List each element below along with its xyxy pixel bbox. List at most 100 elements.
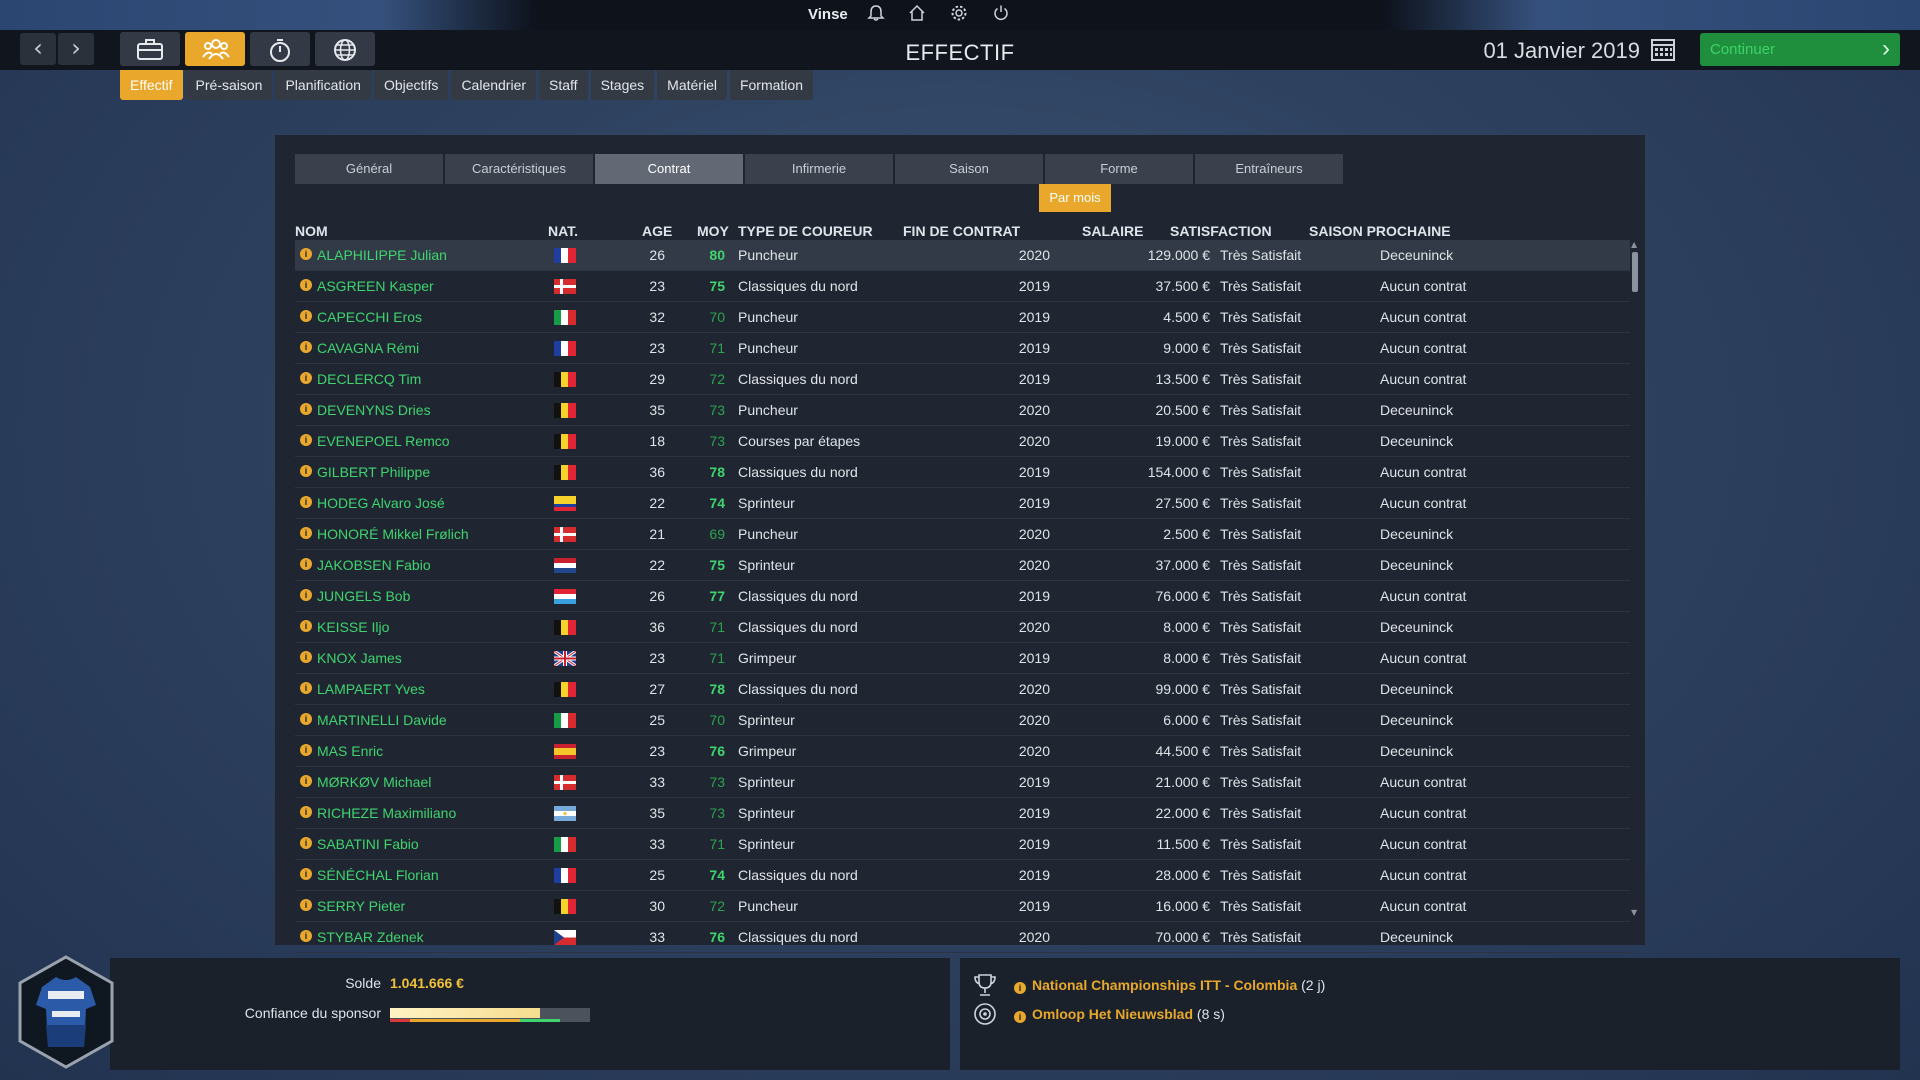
team-jersey-logo[interactable] [16, 955, 116, 1070]
race-name[interactable]: National Championships ITT - Colombia [1032, 977, 1297, 993]
scrollbar[interactable]: ▲ ▼ [1631, 240, 1638, 920]
panel-tab-saison[interactable]: Saison [895, 154, 1043, 184]
rider-name[interactable]: STYBAR Zdenek [317, 929, 424, 945]
info-icon[interactable]: i [300, 868, 312, 880]
table-row[interactable]: i DEVENYNS Dries 35 73 Puncheur 2020 20.500 € T… [295, 395, 1630, 426]
table-row[interactable]: i HODEG Alvaro José 22 74 Sprinteur 2019 27.50… [295, 488, 1630, 519]
info-icon[interactable]: i [300, 899, 312, 911]
subtab-calendrier[interactable]: Calendrier [451, 70, 537, 100]
col-fin[interactable]: FIN DE CONTRAT [903, 223, 1020, 239]
scroll-up-icon[interactable]: ▲ [1631, 240, 1637, 249]
table-row[interactable]: i DECLERCQ Tim 29 72 Classiques du nord 2019 1… [295, 364, 1630, 395]
col-nom[interactable]: NOM [295, 223, 328, 239]
info-icon[interactable]: i [300, 682, 312, 694]
forward-button[interactable]: › [58, 33, 94, 65]
panel-tab-infirmerie[interactable]: Infirmerie [745, 154, 893, 184]
rider-name[interactable]: CAVAGNA Rémi [317, 340, 419, 356]
col-salaire[interactable]: SALAIRE [1082, 223, 1143, 239]
briefcase-button[interactable] [120, 32, 180, 66]
info-icon[interactable]: i [300, 744, 312, 756]
rider-name[interactable]: GILBERT Philippe [317, 464, 430, 480]
info-icon[interactable]: i [300, 806, 312, 818]
col-moy[interactable]: MOY [697, 223, 729, 239]
info-icon[interactable]: i [300, 775, 312, 787]
info-icon[interactable]: i [300, 403, 312, 415]
rider-name[interactable]: DEVENYNS Dries [317, 402, 431, 418]
rider-name[interactable]: KNOX James [317, 650, 402, 666]
table-row[interactable]: i HONORÉ Mikkel Frølich 21 69 Puncheur 2020 2.… [295, 519, 1630, 550]
info-icon[interactable]: i [300, 837, 312, 849]
table-row[interactable]: i EVENEPOEL Remco 18 73 Courses par étapes 20… [295, 426, 1630, 457]
col-satisfaction[interactable]: SATISFACTION [1170, 223, 1272, 239]
table-row[interactable]: i GILBERT Philippe 36 78 Classiques du nord 2… [295, 457, 1630, 488]
info-icon[interactable]: i [300, 279, 312, 291]
table-row[interactable]: i MØRKØV Michael 33 73 Sprinteur 2019 21.000 €… [295, 767, 1630, 798]
per-month-toggle[interactable]: Par mois [1039, 184, 1111, 212]
table-row[interactable]: i JAKOBSEN Fabio 22 75 Sprinteur 2020 37.000 €… [295, 550, 1630, 581]
table-row[interactable]: i ASGREEN Kasper 23 75 Classiques du nord 201… [295, 271, 1630, 302]
globe-button[interactable] [315, 32, 375, 66]
rider-name[interactable]: MAS Enric [317, 743, 383, 759]
subtab-pr-saison[interactable]: Pré-saison [185, 70, 273, 100]
rider-name[interactable]: SABATINI Fabio [317, 836, 419, 852]
rider-name[interactable]: RICHEZE Maximiliano [317, 805, 456, 821]
gear-icon[interactable] [948, 4, 970, 26]
subtab-stages[interactable]: Stages [590, 70, 655, 100]
rider-name[interactable]: DECLERCQ Tim [317, 371, 421, 387]
info-icon[interactable]: i [300, 434, 312, 446]
panel-tab-contrat[interactable]: Contrat [595, 154, 743, 184]
subtab-effectif[interactable]: Effectif [120, 70, 183, 100]
info-icon[interactable]: i [300, 651, 312, 663]
table-row[interactable]: i SÉNÉCHAL Florian 25 74 Classiques du nord 2… [295, 860, 1630, 891]
rider-name[interactable]: MARTINELLI Davide [317, 712, 447, 728]
table-row[interactable]: i JUNGELS Bob 26 77 Classiques du nord 2019 76… [295, 581, 1630, 612]
rider-name[interactable]: EVENEPOEL Remco [317, 433, 450, 449]
rider-name[interactable]: HONORÉ Mikkel Frølich [317, 526, 469, 542]
subtab-objectifs[interactable]: Objectifs [373, 70, 449, 100]
subtab-planification[interactable]: Planification [275, 70, 371, 100]
info-icon[interactable]: i [300, 558, 312, 570]
bell-icon[interactable] [865, 4, 887, 26]
continue-button[interactable]: Continuer › [1700, 33, 1900, 66]
info-icon[interactable]: i [300, 713, 312, 725]
rider-name[interactable]: MØRKØV Michael [317, 774, 431, 790]
stopwatch-button[interactable] [250, 32, 310, 66]
calendar-icon[interactable] [1650, 36, 1676, 62]
table-row[interactable]: i STYBAR Zdenek 33 76 Classiques du nord 2020… [295, 922, 1630, 953]
rider-name[interactable]: LAMPAERT Yves [317, 681, 425, 697]
subtab-formation[interactable]: Formation [729, 70, 813, 100]
rider-name[interactable]: SERRY Pieter [317, 898, 405, 914]
panel-tab-forme[interactable]: Forme [1045, 154, 1193, 184]
scroll-thumb[interactable] [1632, 252, 1638, 292]
rider-name[interactable]: JAKOBSEN Fabio [317, 557, 431, 573]
rider-name[interactable]: ASGREEN Kasper [317, 278, 434, 294]
power-icon[interactable] [990, 4, 1012, 26]
table-row[interactable]: i KEISSE Iljo 36 71 Classiques du nord 2020 8.… [295, 612, 1630, 643]
back-button[interactable]: ‹ [20, 33, 56, 65]
rider-name[interactable]: HODEG Alvaro José [317, 495, 445, 511]
table-row[interactable]: i LAMPAERT Yves 27 78 Classiques du nord 2020… [295, 674, 1630, 705]
panel-tab-entra-neurs[interactable]: Entraîneurs [1195, 154, 1343, 184]
race-name[interactable]: Omloop Het Nieuwsblad [1032, 1006, 1193, 1022]
info-icon[interactable]: i [300, 465, 312, 477]
col-type[interactable]: TYPE DE COUREUR [738, 223, 873, 239]
panel-tab-g-n-ral[interactable]: Général [295, 154, 443, 184]
table-row[interactable]: i RICHEZE Maximiliano 35 73 Sprinteur 2019 22.… [295, 798, 1630, 829]
info-icon[interactable]: i [300, 248, 312, 260]
info-icon[interactable]: i [300, 620, 312, 632]
col-nat[interactable]: NAT. [548, 223, 578, 239]
table-row[interactable]: i ALAPHILIPPE Julian 26 80 Puncheur 2020 129.0… [295, 240, 1630, 271]
subtab-mat-riel[interactable]: Matériel [657, 70, 727, 100]
table-row[interactable]: i SABATINI Fabio 33 71 Sprinteur 2019 11.500 €… [295, 829, 1630, 860]
info-icon[interactable]: i [300, 527, 312, 539]
info-icon[interactable]: i [300, 310, 312, 322]
col-age[interactable]: AGE [642, 223, 672, 239]
rider-name[interactable]: CAPECCHI Eros [317, 309, 422, 325]
info-icon[interactable]: i [300, 589, 312, 601]
rider-name[interactable]: JUNGELS Bob [317, 588, 410, 604]
team-button[interactable] [185, 32, 245, 66]
username[interactable]: Vinse [808, 6, 848, 23]
table-row[interactable]: i SERRY Pieter 30 72 Puncheur 2019 16.000 € Trè… [295, 891, 1630, 922]
scroll-down-icon[interactable]: ▼ [1631, 908, 1637, 917]
table-row[interactable]: i CAPECCHI Eros 32 70 Puncheur 2019 4.500 € Trè… [295, 302, 1630, 333]
